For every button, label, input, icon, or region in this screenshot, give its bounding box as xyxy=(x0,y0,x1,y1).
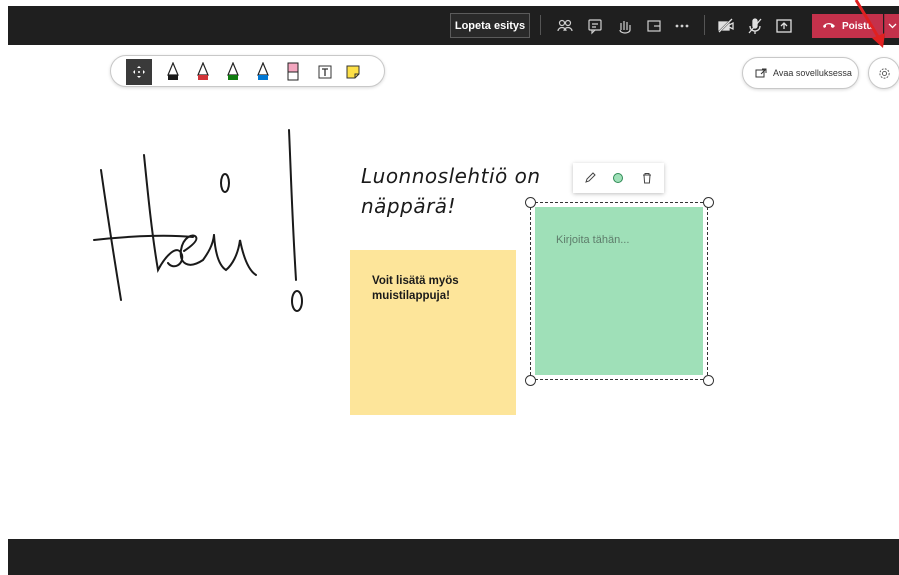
color-circle-icon xyxy=(613,173,623,183)
toolbar-divider xyxy=(540,15,541,35)
red-pen-icon xyxy=(197,62,209,80)
sticky-note-text[interactable]: Voit lisätä myös muistilappuja! xyxy=(372,274,502,304)
black-pen-button[interactable] xyxy=(163,62,183,82)
green-pen-button[interactable] xyxy=(223,62,243,82)
handwriting-line-2: näppärä! xyxy=(361,194,457,218)
bottom-bar xyxy=(8,539,899,575)
resize-handle-bottom-right[interactable] xyxy=(703,375,714,386)
selection-frame xyxy=(530,202,708,380)
resize-handle-top-left[interactable] xyxy=(525,197,536,208)
open-in-app-label: Avaa sovelluksessa xyxy=(773,68,852,78)
green-pen-icon xyxy=(227,62,239,80)
open-in-app-button[interactable]: Avaa sovelluksessa xyxy=(742,57,859,89)
text-box-icon xyxy=(318,65,332,79)
meeting-toolbar: Lopeta esitys Poistu xyxy=(8,6,899,45)
pencil-icon xyxy=(585,172,596,183)
gear-icon xyxy=(878,67,890,79)
settings-button[interactable] xyxy=(868,57,899,89)
more-icon[interactable] xyxy=(672,16,692,36)
resize-handle-bottom-left[interactable] xyxy=(525,375,536,386)
inking-toolbar xyxy=(110,55,385,87)
reactions-icon[interactable] xyxy=(615,16,635,36)
blue-pen-icon xyxy=(257,62,269,80)
move-icon xyxy=(133,66,145,78)
open-external-icon xyxy=(755,68,767,78)
resize-handle-top-right[interactable] xyxy=(703,197,714,208)
black-pen-icon xyxy=(167,62,179,80)
camera-off-icon[interactable] xyxy=(716,16,736,36)
highlighter-button[interactable] xyxy=(283,62,303,82)
yellow-sticky-note[interactable]: Voit lisätä myös muistilappuja! xyxy=(350,250,516,415)
share-icon[interactable] xyxy=(774,16,794,36)
rooms-icon[interactable] xyxy=(644,16,664,36)
highlighter-icon xyxy=(287,62,299,81)
people-icon[interactable] xyxy=(555,16,575,36)
blue-pen-button[interactable] xyxy=(253,62,273,82)
delete-button[interactable] xyxy=(639,170,655,186)
edit-button[interactable] xyxy=(582,170,598,186)
note-context-menu xyxy=(573,163,664,193)
trash-icon xyxy=(643,173,651,184)
text-tool-button[interactable] xyxy=(315,62,335,82)
red-pen-button[interactable] xyxy=(193,62,213,82)
chat-icon[interactable] xyxy=(585,16,605,36)
move-tool-button[interactable] xyxy=(126,59,152,85)
annotation-arrow xyxy=(854,0,885,48)
mic-off-icon[interactable] xyxy=(745,16,765,36)
color-button[interactable] xyxy=(610,170,626,186)
sticky-note-icon xyxy=(346,65,360,79)
handwriting-line-1: Luonnoslehtiö on xyxy=(361,164,541,188)
sticky-note-tool-button[interactable] xyxy=(343,62,363,82)
stop-presenting-button[interactable]: Lopeta esitys xyxy=(450,13,530,38)
phone-icon xyxy=(822,20,836,33)
toolbar-divider xyxy=(704,15,705,35)
